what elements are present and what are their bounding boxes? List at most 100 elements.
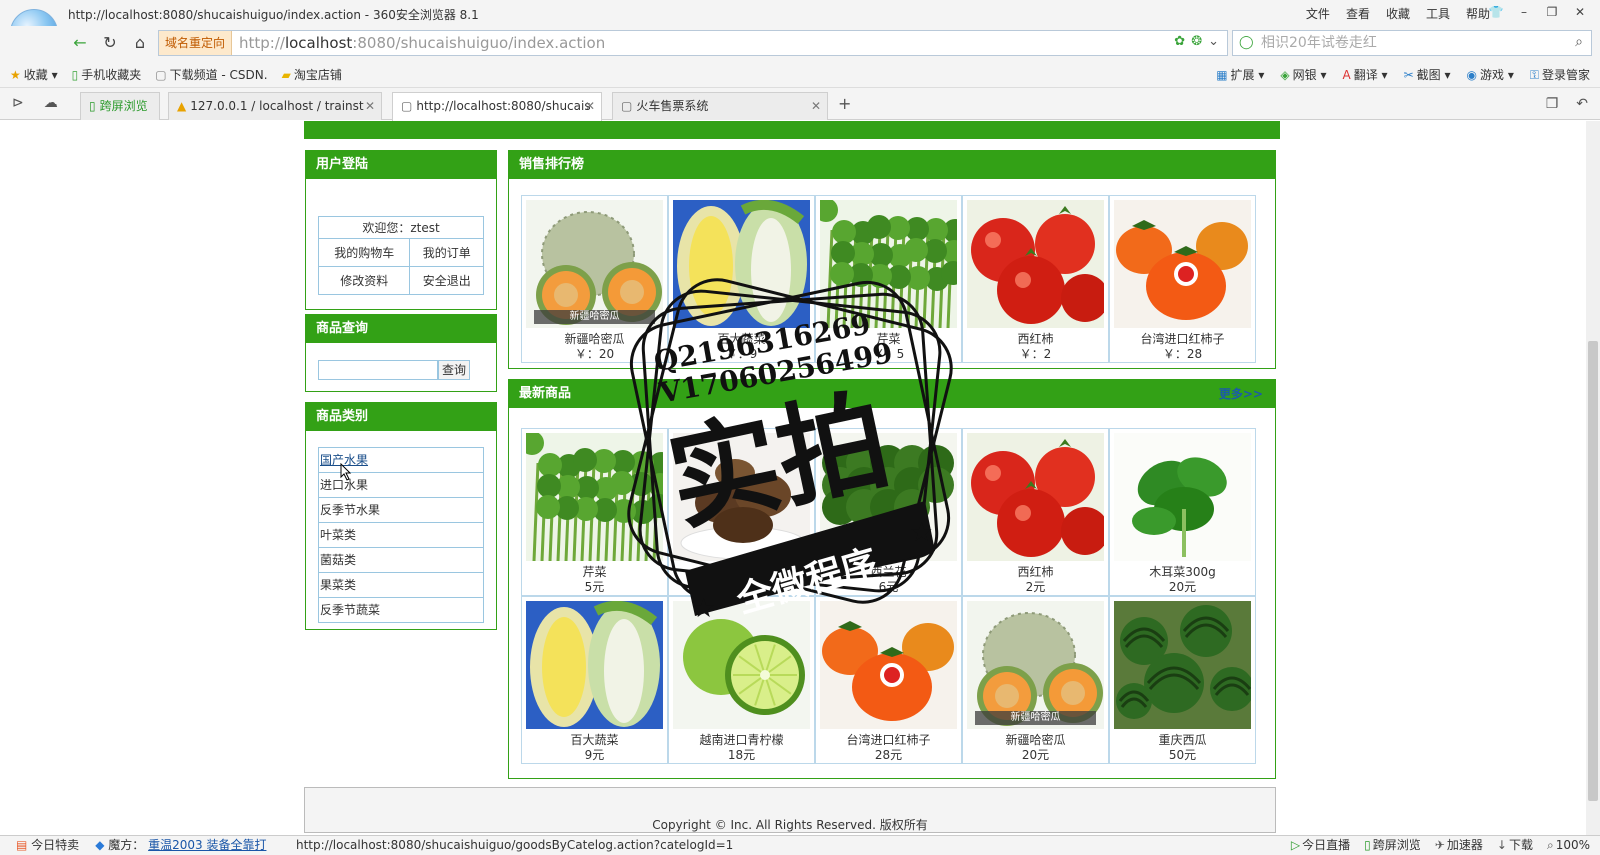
product-card[interactable]: 芹菜 5元 — [521, 428, 668, 596]
tab-current[interactable]: ▢ http://localhost:8080/shucais ✕ — [392, 92, 602, 121]
search-engine-icon[interactable]: ◯ — [1239, 35, 1254, 50]
cloud-icon[interactable]: ☁ — [44, 95, 58, 111]
tab-phpmyadmin[interactable]: ▲ 127.0.0.1 / localhost / trainst ✕ — [168, 92, 382, 120]
chevron-down-icon[interactable]: ⌄ — [1208, 34, 1219, 49]
close-button[interactable]: ✕ — [1568, 3, 1592, 21]
search-engine-box[interactable]: ◯ 相识20年试卷走红 ⌕ — [1232, 30, 1592, 56]
scroll-thumb[interactable] — [1588, 341, 1598, 801]
product-card[interactable]: 芹菜 ￥：5 — [815, 195, 962, 363]
minimize-button[interactable]: – — [1512, 3, 1536, 21]
security-icon[interactable]: ✿ — [1174, 34, 1185, 49]
url-text[interactable]: http://localhost:8080/shucaishuiguo/inde… — [239, 31, 605, 55]
product-price: 5元 — [584, 580, 605, 594]
tool-bank[interactable]: ◈ 网银 ▾ — [1280, 66, 1326, 83]
category-item[interactable]: 反季节蔬菜 — [319, 598, 483, 623]
my-cart-link[interactable]: 我的购物车 — [317, 238, 411, 267]
tool-password-manager[interactable]: ⚿ 登录管家 — [1530, 66, 1590, 83]
zoom-level[interactable]: ⌕ 100% — [1547, 836, 1590, 855]
product-image[interactable]: 新疆哈密瓜 — [967, 601, 1104, 729]
product-image[interactable] — [673, 433, 810, 561]
tab-cross-screen[interactable]: ▯ 跨屏浏览 — [80, 92, 160, 120]
menu-tools[interactable]: 工具 — [1426, 5, 1450, 22]
product-card[interactable]: 香菇 80元 — [668, 428, 815, 596]
menu-favorites[interactable]: 收藏 — [1386, 5, 1410, 22]
speed-icon[interactable]: ❂ — [1191, 34, 1202, 49]
category-item[interactable]: 果菜类 — [319, 573, 483, 598]
product-card[interactable]: 西红柿 ￥：2 — [962, 195, 1109, 363]
close-tab-icon[interactable]: ✕ — [585, 93, 595, 119]
game-ad-link[interactable]: 重温2003 装备全靠打 — [148, 838, 266, 852]
fav-csdn[interactable]: ▢ 下载频道 - CSDN. — [155, 66, 267, 83]
product-image[interactable] — [526, 433, 663, 561]
menu-file[interactable]: 文件 — [1306, 5, 1330, 22]
tool-translate[interactable]: A 翻译 ▾ — [1343, 66, 1388, 83]
search-icon[interactable]: ⌕ — [1575, 34, 1583, 50]
newest-products-panel: 最新商品 更多>> 芹菜 5元 香菇 80元 西兰花 6元 西红柿 2元 木耳菜300g… — [508, 379, 1276, 779]
tool-screenshot[interactable]: ✂ 截图 ▾ — [1404, 66, 1451, 83]
product-card[interactable]: 百大蔬菜 ￥：9 — [668, 195, 815, 363]
category-item[interactable]: 菌菇类 — [319, 548, 483, 573]
product-image[interactable] — [820, 433, 957, 561]
live-stream[interactable]: ▷ 今日直播 — [1291, 836, 1350, 855]
fav-taobao[interactable]: ▰ 淘宝店铺 — [282, 66, 342, 83]
category-panel-title: 商品类别 — [306, 403, 496, 431]
product-card[interactable]: 新疆哈密瓜 新疆哈密瓜 ￥：20 — [521, 195, 668, 363]
cross-screen[interactable]: ▯ 跨屏浏览 — [1364, 836, 1421, 855]
more-link[interactable]: 更多>> — [1219, 380, 1263, 408]
vertical-scrollbar[interactable] — [1586, 121, 1600, 835]
product-card[interactable]: 西红柿 2元 — [962, 428, 1109, 596]
close-tab-icon[interactable]: ✕ — [811, 93, 821, 119]
accelerator[interactable]: ✈ 加速器 — [1435, 836, 1483, 855]
login-table: 欢迎您：ztest 我的购物车 我的订单 修改资料 安全退出 — [317, 216, 484, 295]
product-image[interactable] — [820, 601, 957, 729]
tool-extension[interactable]: ▦ 扩展 ▾ — [1216, 66, 1264, 83]
home-icon[interactable]: ⌂ — [128, 32, 152, 54]
tool-games[interactable]: ◉ 游戏 ▾ — [1467, 66, 1514, 83]
product-card[interactable]: 台湾进口红柿子 28元 — [815, 596, 962, 764]
undo-close-icon[interactable]: ↶ — [1576, 96, 1588, 112]
header-green-strip — [304, 121, 1280, 139]
url-field[interactable]: 域名重定向 http://localhost:8080/shucaishuigu… — [158, 30, 1228, 56]
product-image[interactable] — [967, 433, 1104, 561]
product-card[interactable]: 重庆西瓜 50元 — [1109, 596, 1256, 764]
product-search-input[interactable] — [318, 360, 438, 380]
product-card[interactable]: 台湾进口红柿子 ￥：28 — [1109, 195, 1256, 363]
maximize-button[interactable]: ❐ — [1540, 3, 1564, 21]
menu-view[interactable]: 查看 — [1346, 5, 1370, 22]
product-image[interactable] — [526, 601, 663, 729]
product-card[interactable]: 西兰花 6元 — [815, 428, 962, 596]
product-image[interactable] — [673, 200, 810, 328]
logout-link[interactable]: 安全退出 — [409, 266, 484, 295]
fav-mobile[interactable]: ▯ 手机收藏夹 — [72, 66, 142, 83]
tab-train-ticket[interactable]: ▢ 火车售票系统 ✕ — [612, 92, 828, 120]
product-image[interactable]: 新疆哈密瓜 — [526, 200, 663, 328]
product-card[interactable]: 百大蔬菜 9元 — [521, 596, 668, 764]
today-deals[interactable]: ▤ 今日特卖 — [16, 836, 79, 855]
category-item[interactable]: 反季节水果 — [319, 498, 483, 523]
new-tab-icon[interactable]: + — [838, 94, 851, 113]
edit-profile-link[interactable]: 修改资料 — [317, 266, 411, 295]
product-price: 20元 — [1168, 580, 1197, 594]
tab-bar: ⊳ ☁ ▯ 跨屏浏览 ▲ 127.0.0.1 / localhost / train… — [0, 88, 1600, 121]
my-orders-link[interactable]: 我的订单 — [409, 238, 484, 267]
search-button[interactable]: 查询 — [438, 360, 470, 380]
sidebar-toggle-icon[interactable]: ⊳ — [12, 95, 24, 111]
product-image[interactable] — [820, 200, 957, 328]
product-image[interactable] — [673, 601, 810, 729]
skin-icon[interactable]: 👕 — [1484, 3, 1508, 21]
product-image[interactable] — [1114, 433, 1251, 561]
product-image[interactable] — [1114, 200, 1251, 328]
product-card[interactable]: 木耳菜300g 20元 — [1109, 428, 1256, 596]
category-item[interactable]: 叶菜类 — [319, 523, 483, 548]
back-arrow-icon[interactable]: ← — [68, 32, 92, 54]
close-tab-icon[interactable]: ✕ — [365, 93, 375, 119]
restore-window-icon[interactable]: ❐ — [1546, 96, 1559, 112]
downloads[interactable]: ↓ 下载 — [1497, 836, 1533, 855]
product-card[interactable]: 新疆哈密瓜 新疆哈密瓜 20元 — [962, 596, 1109, 764]
refresh-icon[interactable]: ↻ — [98, 32, 122, 54]
product-card[interactable]: 越南进口青柠檬 18元 — [668, 596, 815, 764]
magic-cube[interactable]: ◆ 魔方： 重温2003 装备全靠打 — [95, 836, 266, 855]
product-image[interactable] — [967, 200, 1104, 328]
favorites-star[interactable]: ★ 收藏 ▾ — [10, 66, 58, 83]
product-image[interactable] — [1114, 601, 1251, 729]
